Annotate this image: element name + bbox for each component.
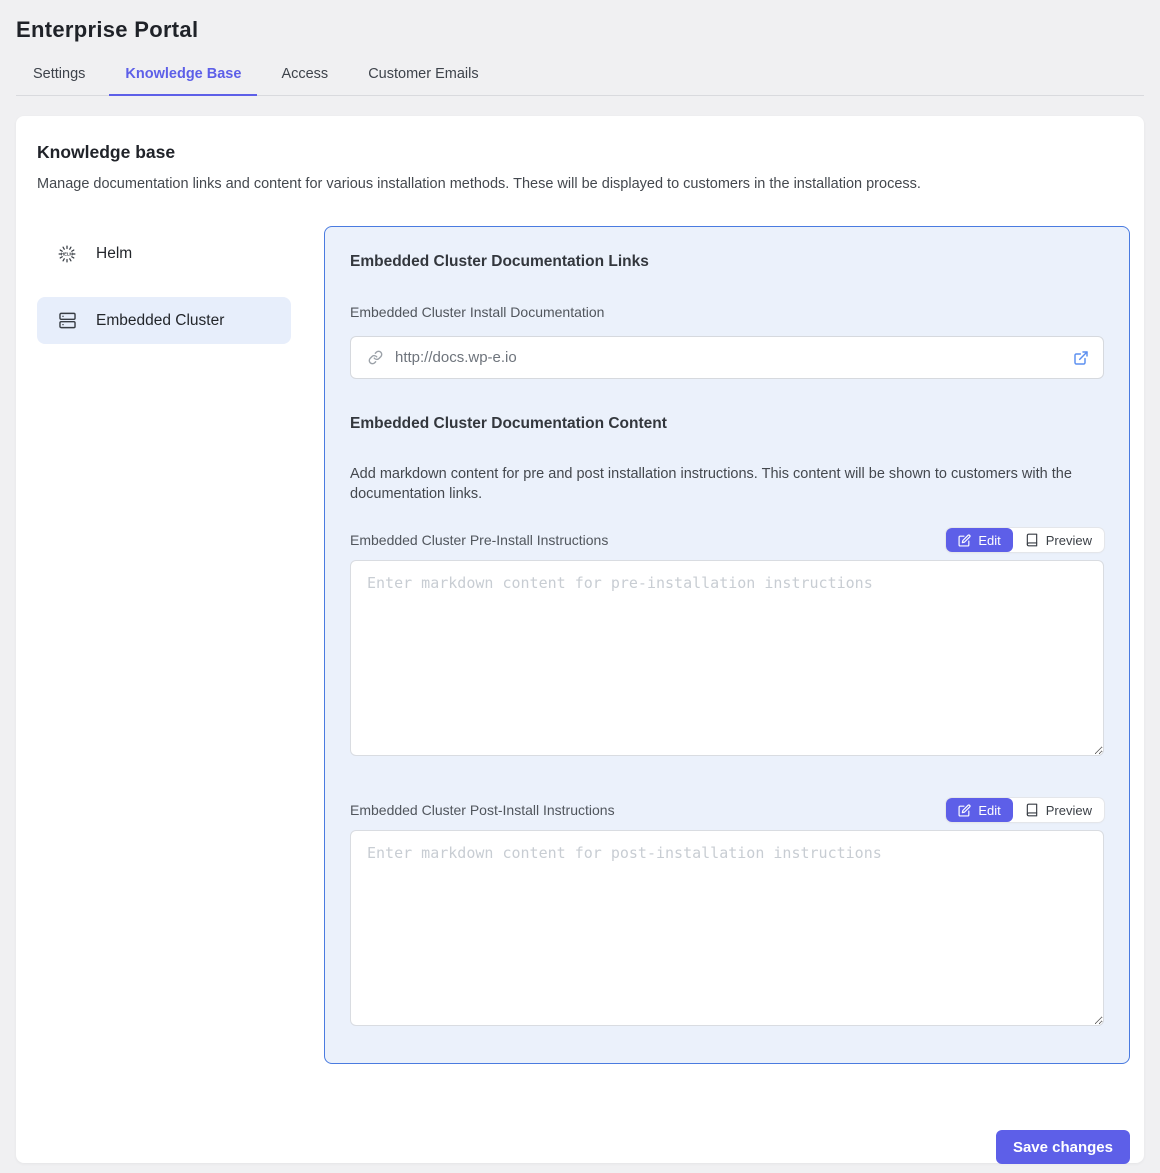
edit-button[interactable]: Edit: [946, 798, 1012, 822]
post-install-editor-header: Embedded Cluster Post-Install Instructio…: [350, 798, 1104, 822]
pre-install-textarea[interactable]: [350, 560, 1104, 756]
content-section-title: Embedded Cluster Documentation Content: [350, 415, 1104, 433]
preview-button[interactable]: Preview: [1013, 798, 1104, 822]
post-install-label: Embedded Cluster Post-Install Instructio…: [350, 802, 615, 818]
knowledge-base-title: Knowledge base: [37, 142, 1130, 163]
edit-pencil-icon: [958, 534, 971, 547]
tab-customer-emails[interactable]: Customer Emails: [352, 56, 494, 95]
content-row: HELM Helm Embedded Cluster Embedd: [37, 226, 1130, 1064]
install-doc-input[interactable]: [395, 349, 1061, 366]
save-changes-button[interactable]: Save changes: [996, 1130, 1130, 1164]
knowledge-base-card: Knowledge base Manage documentation link…: [16, 116, 1144, 1163]
edit-button[interactable]: Edit: [946, 528, 1012, 552]
preview-button-label: Preview: [1046, 803, 1092, 818]
tab-access[interactable]: Access: [265, 56, 344, 95]
install-doc-label: Embedded Cluster Install Documentation: [350, 304, 1104, 320]
sidebar-item-label: Embedded Cluster: [96, 312, 224, 330]
sidebar-item-helm[interactable]: HELM Helm: [37, 230, 291, 277]
book-icon: [1025, 533, 1039, 547]
external-link-icon[interactable]: [1073, 350, 1089, 366]
install-method-sidebar: HELM Helm Embedded Cluster: [37, 226, 291, 1064]
app-title: Enterprise Portal: [16, 17, 1144, 43]
install-doc-field: [350, 336, 1104, 379]
tab-bar: Settings Knowledge Base Access Customer …: [16, 56, 1144, 96]
pre-install-editor-header: Embedded Cluster Pre-Install Instruction…: [350, 528, 1104, 552]
tab-settings[interactable]: Settings: [17, 56, 101, 95]
knowledge-base-description: Manage documentation links and content f…: [37, 176, 1130, 192]
link-icon: [368, 350, 383, 365]
card-footer: Save changes: [37, 1130, 1130, 1164]
preview-button[interactable]: Preview: [1013, 528, 1104, 552]
edit-pencil-icon: [958, 804, 971, 817]
pre-install-mode-toggle: Edit Preview: [946, 528, 1104, 552]
post-install-mode-toggle: Edit Preview: [946, 798, 1104, 822]
edit-button-label: Edit: [978, 803, 1000, 818]
post-install-textarea[interactable]: [350, 830, 1104, 1026]
sidebar-item-label: Helm: [96, 245, 132, 263]
svg-text:HELM: HELM: [61, 251, 73, 256]
book-icon: [1025, 803, 1039, 817]
helm-icon: HELM: [57, 244, 77, 264]
edit-button-label: Edit: [978, 533, 1000, 548]
app-header: Enterprise Portal Settings Knowledge Bas…: [0, 0, 1160, 96]
tab-knowledge-base[interactable]: Knowledge Base: [109, 56, 257, 96]
embedded-cluster-panel: Embedded Cluster Documentation Links Emb…: [324, 226, 1130, 1064]
server-stack-icon: [57, 311, 77, 331]
sidebar-item-embedded-cluster[interactable]: Embedded Cluster: [37, 297, 291, 344]
links-section-title: Embedded Cluster Documentation Links: [350, 253, 1104, 271]
preview-button-label: Preview: [1046, 533, 1092, 548]
pre-install-label: Embedded Cluster Pre-Install Instruction…: [350, 532, 608, 548]
content-section-description: Add markdown content for pre and post in…: [350, 464, 1100, 504]
